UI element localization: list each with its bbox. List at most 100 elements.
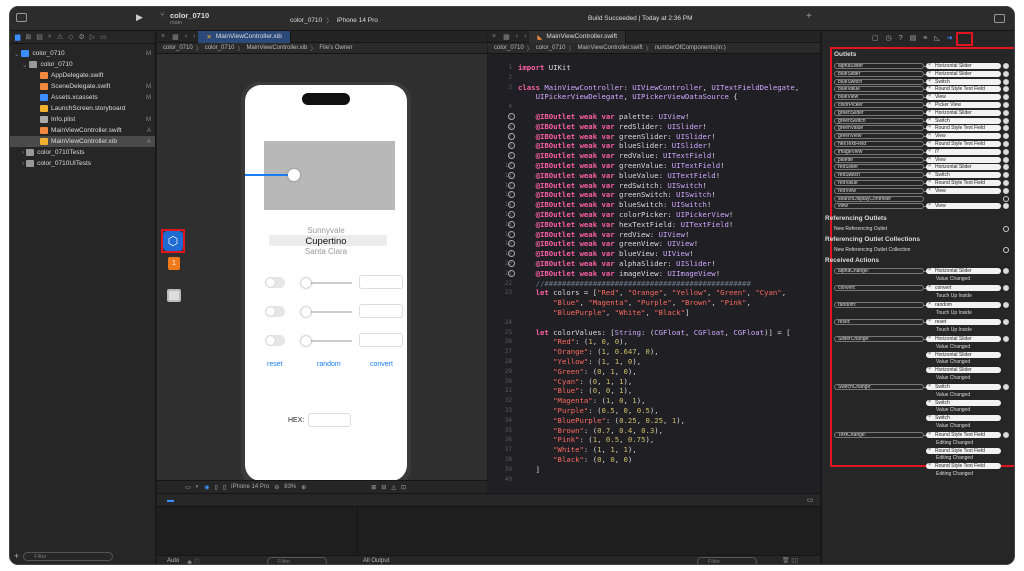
action-target[interactable]: Switch [926, 415, 1001, 422]
outlet-name[interactable]: hexTextField [834, 141, 924, 147]
green-value-field[interactable] [359, 304, 403, 318]
debug-icon[interactable]: ⚙ [78, 33, 84, 41]
outlet-connection-icon[interactable] [508, 260, 515, 267]
resolve-icon[interactable]: △ [391, 484, 396, 491]
outlet-connection-icon[interactable] [508, 181, 515, 189]
device-config[interactable]: iPhone 14 Pro [231, 484, 269, 490]
test-group-item[interactable]: › color_0710UITests [10, 158, 155, 169]
connection-circle-icon[interactable] [1003, 156, 1009, 163]
outlet-name[interactable]: colorPicker [834, 102, 924, 108]
outlet-target[interactable]: Horizontal Slider [926, 70, 1001, 77]
action-target[interactable]: Horizontal Slider [926, 336, 1001, 343]
folder-icon[interactable]: ▆ [15, 33, 20, 41]
red-slider[interactable] [306, 282, 352, 284]
outlet-name[interactable]: redView [834, 187, 924, 194]
navigator-filter-input[interactable]: Filter [23, 551, 114, 561]
outlet-connection-icon[interactable] [508, 162, 515, 169]
outlet-name[interactable]: redValue [834, 180, 924, 186]
outlet-name[interactable]: blueValue [834, 86, 924, 93]
sidebar-toggle-icon[interactable] [16, 13, 27, 22]
zoom-in-icon[interactable]: ⊕ [301, 484, 306, 491]
outlet-target[interactable]: Picker View [926, 102, 1001, 108]
action-target[interactable]: convert [926, 285, 1001, 292]
tree-root[interactable]: ⌄ color_0710 M [10, 48, 155, 59]
inspector-toggle-icon[interactable] [994, 14, 1005, 23]
connection-circle-icon[interactable] [1003, 70, 1009, 77]
connection-circle-icon[interactable] [1003, 148, 1009, 155]
outlet-target[interactable]: Switch [926, 172, 1001, 179]
alpha-slider-track[interactable] [245, 174, 292, 176]
outlet-name[interactable]: blueSlider [834, 70, 924, 77]
file-item[interactable]: SceneDelegate.swift M [10, 81, 155, 92]
outlet-target[interactable]: Horizontal Slider [926, 63, 1001, 69]
outlet-target[interactable]: View [926, 133, 1001, 140]
file-item[interactable]: Assets.xcassets M [10, 92, 155, 103]
picker-row-selected[interactable]: Cupertino [245, 236, 407, 247]
outlet-connection-icon[interactable] [508, 211, 515, 218]
eye-icon[interactable]: ◉ ⓘ [187, 557, 200, 564]
green-switch[interactable] [265, 306, 285, 317]
outlet-connection-icon[interactable] [508, 220, 515, 228]
outlet-connection-icon[interactable] [508, 269, 515, 277]
breadcrumb-item[interactable]: File's Owner [319, 45, 352, 51]
outlet-name[interactable]: redSlider [834, 164, 924, 171]
grid-icon[interactable]: ▦ [500, 33, 513, 41]
pin-icon[interactable]: ⊟ [381, 484, 386, 491]
outlet-connection-icon[interactable] [508, 142, 515, 150]
new-referencing-collection[interactable]: New Referencing Outlet Collection [834, 247, 910, 253]
action-name[interactable]: convert: [834, 285, 924, 292]
action-target[interactable]: Switch [926, 384, 1001, 391]
outlet-name[interactable]: alphaSlider [834, 63, 924, 69]
outlet-connection-icon[interactable] [508, 132, 515, 140]
outlet-connection-icon[interactable] [508, 191, 515, 199]
back-icon[interactable]: ‹ [513, 33, 521, 40]
action-target[interactable]: Horizontal Slider [926, 268, 1001, 275]
outlet-connection-icon[interactable] [508, 240, 515, 248]
connection-circle-icon[interactable] [1003, 78, 1009, 85]
test-icon[interactable]: ◇ [68, 33, 73, 41]
orientation-icon[interactable]: ▯ [215, 484, 218, 491]
variables-scope[interactable]: Auto [167, 558, 179, 564]
action-target[interactable]: Round Style Text Field [926, 463, 1001, 470]
file-item[interactable]: AppDelegate.swift [10, 70, 155, 81]
variables-filter[interactable]: Filter [267, 557, 327, 564]
outlet-name[interactable]: greenView [834, 133, 924, 140]
action-name[interactable]: SwitchChange: [834, 384, 924, 391]
outlet-connection-icon[interactable] [508, 250, 515, 258]
outlet-name[interactable]: redSwitch [834, 172, 924, 179]
outlet-target[interactable]: Round Style Text Field [926, 125, 1001, 132]
action-name[interactable]: SliderChange: [834, 336, 924, 343]
outlet-name[interactable]: greenValue [834, 125, 924, 132]
forward-icon[interactable]: › [190, 33, 198, 40]
action-target[interactable]: Switch [926, 399, 1001, 406]
breadcrumb-item[interactable]: color_0710 [163, 45, 193, 51]
outlet-target[interactable]: View [926, 94, 1001, 101]
size-icon[interactable]: ◺ [934, 34, 939, 42]
history-icon[interactable]: ◷ [886, 34, 892, 42]
outlet-target[interactable]: Horizontal Slider [926, 109, 1001, 116]
first-responder-badge[interactable]: 1 [168, 257, 180, 270]
zoom-level[interactable]: 83% [284, 484, 296, 490]
alpha-slider-knob[interactable] [288, 169, 300, 181]
view-object-icon[interactable] [167, 289, 181, 302]
outlet-target[interactable]: Round Style Text Field [926, 180, 1001, 186]
file-item[interactable]: MainViewController.swift A [10, 125, 155, 136]
forward-icon[interactable]: › [521, 33, 529, 40]
hex-text-field[interactable] [308, 413, 351, 427]
outlet-target[interactable]: View [926, 156, 1001, 163]
outlet-target[interactable]: Round Style Text Field [926, 86, 1001, 93]
blue-slider-knob[interactable] [301, 336, 311, 346]
blue-slider[interactable] [306, 340, 352, 342]
outlet-name[interactable]: searchDisplayController [834, 195, 924, 202]
embed-icon[interactable]: ⊡ [401, 484, 406, 491]
outlet-connection-icon[interactable] [508, 122, 515, 130]
add-icon[interactable]: + [806, 11, 812, 22]
output-selector[interactable]: All Output [363, 558, 389, 564]
breadcrumb-item[interactable]: color_0710 [494, 45, 524, 51]
outlet-name[interactable]: imageView [834, 148, 924, 155]
file-item[interactable]: MainViewController.xib A [10, 136, 155, 147]
outlet-name[interactable]: blueSwitch [834, 78, 924, 85]
test-group-item[interactable]: › color_0710Tests [10, 147, 155, 158]
action-name[interactable]: reset: [834, 319, 924, 326]
outlet-name[interactable]: view [834, 203, 924, 210]
